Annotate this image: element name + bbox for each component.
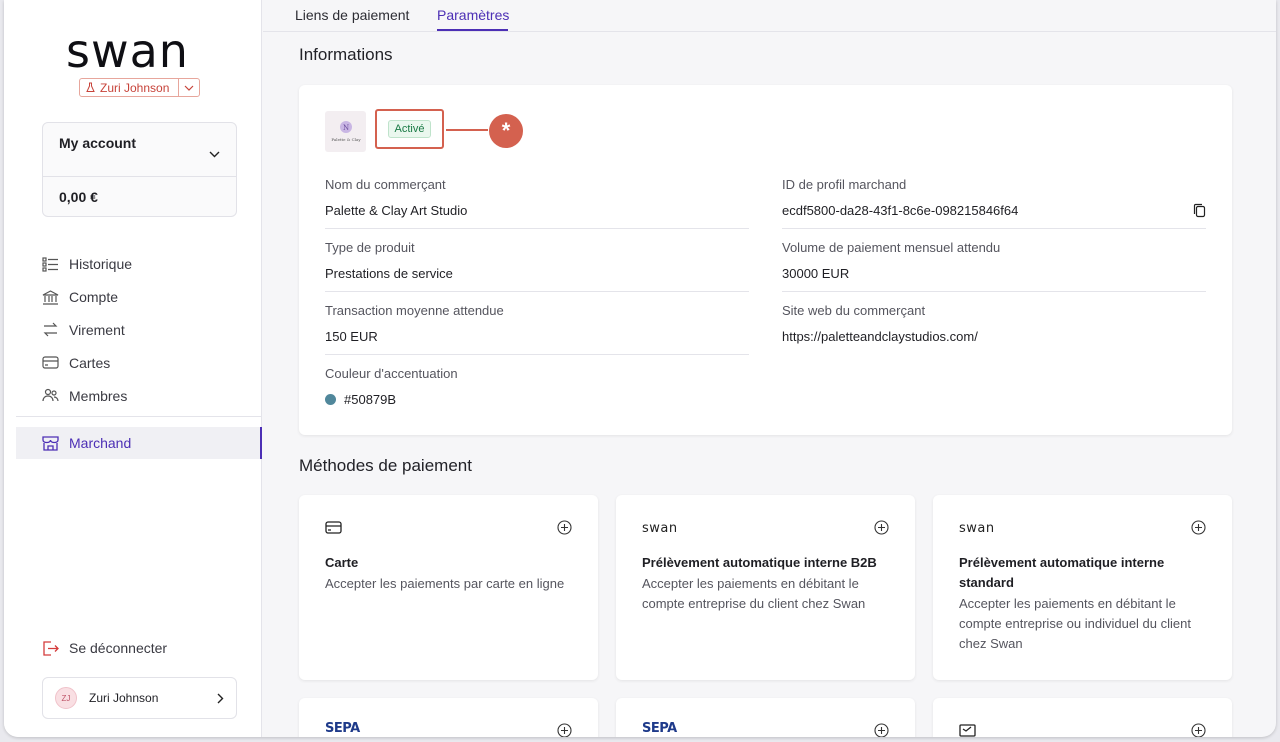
active-tab-indicator [437, 29, 508, 31]
svg-text:N: N [342, 124, 348, 132]
payment-method-sepa-2[interactable]: SEPA [616, 698, 915, 737]
user-switcher[interactable]: Zuri Johnson [79, 78, 200, 97]
payment-method-carte[interactable]: Carte Accepter les paiements par carte e… [299, 495, 598, 680]
payment-method-b2b[interactable]: swan Prélèvement automatique interne B2B… [616, 495, 915, 680]
field-site-web: Site web du commerçant https://palettean… [782, 303, 978, 344]
add-circle-icon[interactable] [557, 520, 572, 535]
sidebar-item-historique[interactable]: Historique [42, 248, 257, 281]
svg-text:Palette & Clay: Palette & Clay [331, 137, 361, 142]
merchant-info-card: N Palette & Clay Activé * Nom du commerça… [299, 85, 1232, 435]
payment-method-check[interactable] [933, 698, 1232, 737]
section-title-methodes: Méthodes de paiement [299, 456, 472, 475]
field-couleur-accentuation: Couleur d'accentuation #50879B [325, 366, 458, 407]
add-circle-icon[interactable] [557, 723, 572, 737]
account-selector[interactable]: My account 0,00 € [42, 122, 237, 217]
color-swatch [325, 394, 336, 405]
app-window: swan Zuri Johnson My account 0,00 € Hist… [4, 0, 1276, 737]
user-name: Zuri Johnson [89, 691, 159, 705]
add-circle-icon[interactable] [874, 723, 889, 737]
chevron-down-icon[interactable] [209, 145, 220, 161]
bank-icon [42, 290, 59, 305]
chevron-down-icon[interactable] [179, 85, 199, 91]
sidebar-item-compte[interactable]: Compte [42, 281, 257, 314]
copy-icon[interactable] [1193, 203, 1206, 218]
card-icon [325, 521, 342, 534]
field-nom-commercant: Nom du commerçant Palette & Clay Art Stu… [325, 177, 749, 240]
sidebar: swan Zuri Johnson My account 0,00 € Hist… [4, 0, 262, 737]
sepa-logo: SEPA [642, 721, 677, 736]
sidebar-divider [16, 416, 262, 417]
logout-icon [43, 640, 59, 656]
add-circle-icon[interactable] [1191, 520, 1206, 535]
field-transaction-moyenne: Transaction moyenne attendue 150 EUR [325, 303, 749, 366]
annotation-connector [446, 129, 488, 131]
tab-parametres[interactable]: Paramètres [437, 7, 509, 23]
user-switcher-name: Zuri Johnson [100, 80, 170, 95]
account-balance: 0,00 € [59, 189, 98, 205]
sidebar-item-membres[interactable]: Membres [42, 379, 257, 412]
tab-liens-de-paiement[interactable]: Liens de paiement [295, 7, 409, 23]
swan-logo: swan [66, 24, 189, 78]
check-icon [959, 724, 976, 737]
transfer-icon [43, 323, 58, 337]
tab-bar: Liens de paiement Paramètres [263, 0, 1276, 32]
list-icon [42, 257, 58, 272]
field-id-profil: ID de profil marchand ecdf5800-da28-43f1… [782, 177, 1206, 240]
sidebar-item-marchand[interactable]: Marchand [16, 427, 262, 459]
status-highlight: Activé [375, 109, 444, 149]
swan-logo-small: swan [959, 521, 995, 536]
sidebar-item-cartes[interactable]: Cartes [42, 346, 257, 379]
sidebar-nav: Historique Compte Virement Cartes Membre… [42, 248, 257, 412]
payment-method-sepa-1[interactable]: SEPA [299, 698, 598, 737]
logout-link[interactable]: Se déconnecter [42, 640, 167, 656]
payment-method-standard[interactable]: swan Prélèvement automatique interne sta… [933, 495, 1232, 680]
add-circle-icon[interactable] [874, 520, 889, 535]
chevron-right-icon [217, 693, 224, 703]
field-type-produit: Type de produit Prestations de service [325, 240, 749, 303]
section-title-informations: Informations [299, 45, 393, 64]
avatar: ZJ [55, 687, 77, 709]
main-content: Liens de paiement Paramètres Information… [263, 0, 1276, 737]
add-circle-icon[interactable] [1191, 723, 1206, 737]
field-volume-mensuel: Volume de paiement mensuel attendu 30000… [782, 240, 1206, 303]
members-icon [42, 388, 59, 402]
user-profile-card[interactable]: ZJ Zuri Johnson [42, 677, 237, 719]
swan-logo-small: swan [642, 521, 678, 536]
store-icon [42, 435, 59, 451]
sidebar-item-virement[interactable]: Virement [42, 314, 257, 347]
flask-icon [86, 82, 95, 92]
sepa-logo: SEPA [325, 721, 360, 736]
merchant-logo: N Palette & Clay [325, 111, 366, 152]
account-label: My account [59, 135, 137, 151]
annotation-marker: * [489, 114, 523, 148]
status-badge: Activé [387, 120, 432, 138]
card-icon [42, 356, 59, 369]
